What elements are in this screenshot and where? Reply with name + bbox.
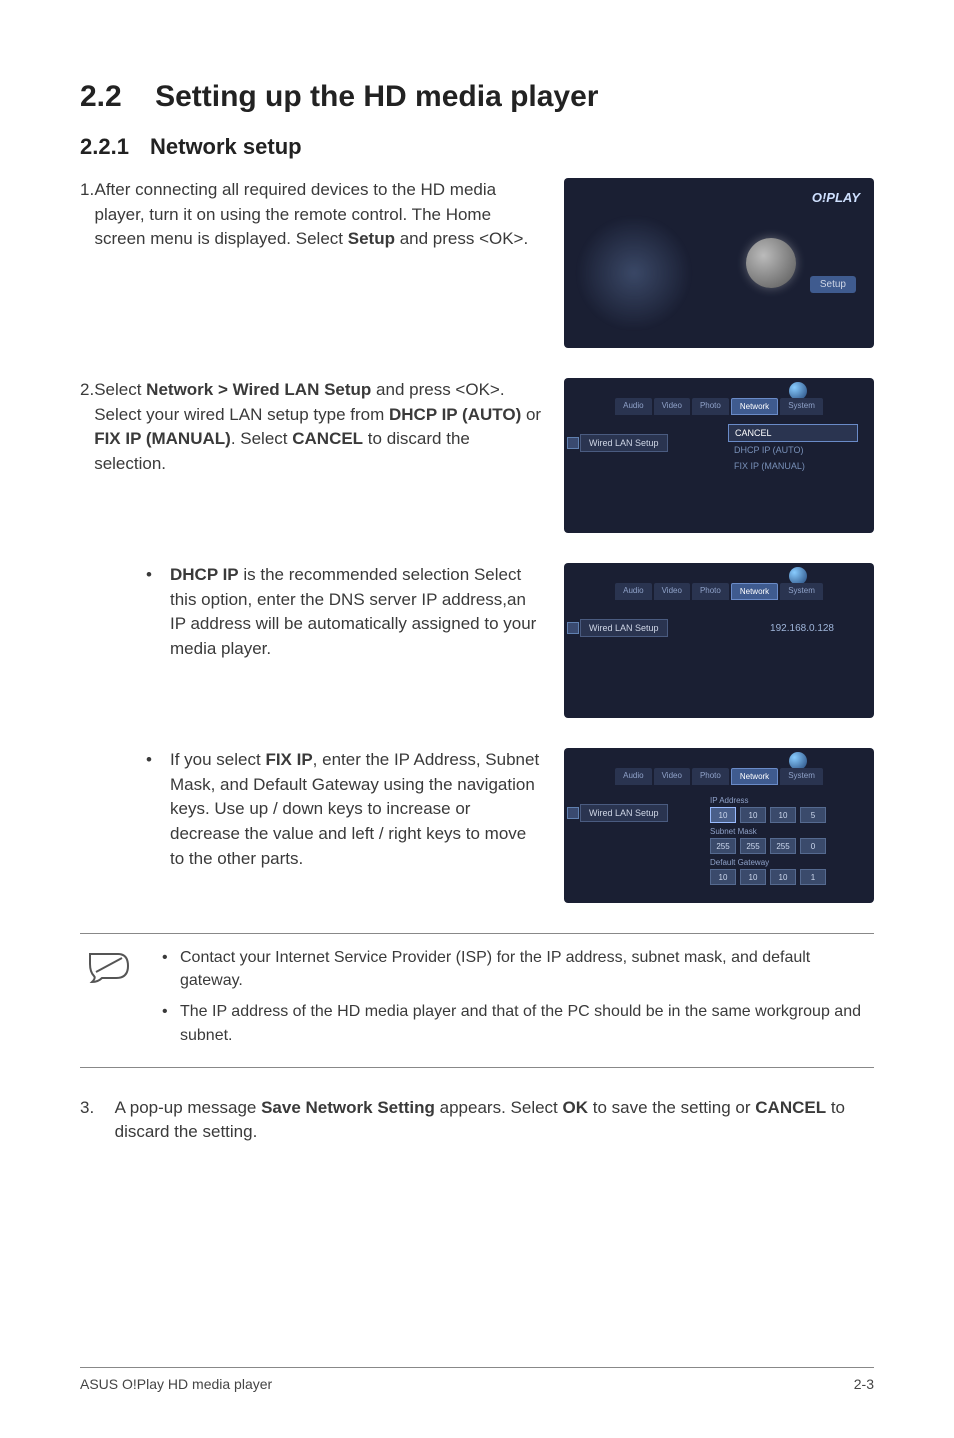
section-number: 2.2	[80, 80, 122, 113]
step-2: 2. Select Network > Wired LAN Setup and …	[80, 378, 874, 533]
s3-b2: OK	[563, 1098, 589, 1117]
dhcp-ip-display: 192.168.0.128	[770, 623, 834, 634]
s3-t2: appears. Select	[435, 1098, 563, 1117]
wired-lan-label[interactable]: Wired LAN Setup	[580, 804, 668, 822]
tabs-row: Audio Video Photo Network System	[564, 583, 874, 600]
s3-t1: A pop-up message	[115, 1098, 261, 1117]
s2-b1: Network > Wired LAN Setup	[146, 380, 371, 399]
tab-system[interactable]: System	[780, 768, 823, 785]
fixip-t1: If you select	[170, 750, 265, 769]
wired-lan-label[interactable]: Wired LAN Setup	[580, 434, 668, 452]
s3-b3: CANCEL	[755, 1098, 826, 1117]
gear-icon	[746, 238, 796, 288]
opt-cancel[interactable]: CANCEL	[728, 424, 858, 442]
gw-octet[interactable]: 10	[710, 869, 736, 885]
step-2-num: 2.	[80, 378, 94, 477]
tab-photo[interactable]: Photo	[692, 768, 729, 785]
sm-octet[interactable]: 0	[800, 838, 826, 854]
screenshot-dhcp: Audio Video Photo Network System Wired L…	[564, 563, 874, 718]
fixip-bullet-row: If you select FIX IP, enter the IP Addre…	[80, 748, 874, 903]
opt-fixip[interactable]: FIX IP (MANUAL)	[728, 458, 858, 474]
tab-network[interactable]: Network	[731, 398, 778, 415]
tab-photo[interactable]: Photo	[692, 583, 729, 600]
dhcp-b1: DHCP IP	[170, 565, 239, 584]
wired-lan-label[interactable]: Wired LAN Setup	[580, 619, 668, 637]
tab-audio[interactable]: Audio	[615, 583, 651, 600]
step-1-text: 1. After connecting all required devices…	[80, 178, 544, 252]
tab-video[interactable]: Video	[654, 398, 690, 415]
footer-left: ASUS O!Play HD media player	[80, 1376, 272, 1392]
note-1: Contact your Internet Service Provider (…	[158, 946, 874, 992]
tab-audio[interactable]: Audio	[615, 398, 651, 415]
subsection-title: 2.2.1Network setup	[80, 134, 874, 160]
ip-octet[interactable]: 10	[770, 807, 796, 823]
screenshot-fixip: Audio Video Photo Network System Wired L…	[564, 748, 874, 903]
step-1: 1. After connecting all required devices…	[80, 178, 874, 348]
tabs-row: Audio Video Photo Network System	[564, 768, 874, 785]
s2-t1: Select	[94, 380, 146, 399]
screenshot-home: O!PLAY Setup	[564, 178, 874, 348]
default-gateway-label: Default Gateway	[710, 858, 860, 867]
lan-option-list: CANCEL DHCP IP (AUTO) FIX IP (MANUAL)	[728, 424, 858, 474]
footer-right: 2-3	[854, 1376, 874, 1392]
step-3: 3. A pop-up message Save Network Setting…	[80, 1096, 874, 1145]
gw-octet[interactable]: 10	[770, 869, 796, 885]
sm-octet[interactable]: 255	[740, 838, 766, 854]
home-setup-button[interactable]: Setup	[810, 276, 856, 293]
note-box: Contact your Internet Service Provider (…	[80, 933, 874, 1068]
tab-video[interactable]: Video	[654, 768, 690, 785]
s3-b1: Save Network Setting	[261, 1098, 435, 1117]
tab-system[interactable]: System	[780, 398, 823, 415]
tab-photo[interactable]: Photo	[692, 398, 729, 415]
tab-network[interactable]: Network	[731, 583, 778, 600]
section-name: Setting up the HD media player	[155, 80, 598, 113]
tabs-row: Audio Video Photo Network System	[564, 398, 874, 415]
sm-octet[interactable]: 255	[770, 838, 796, 854]
home-logo: O!PLAY	[812, 190, 860, 205]
ip-address-label: IP Address	[710, 796, 860, 805]
page-footer: ASUS O!Play HD media player 2-3	[80, 1367, 874, 1392]
fixip-b1: FIX IP	[265, 750, 312, 769]
tab-system[interactable]: System	[780, 583, 823, 600]
s2-t4: . Select	[231, 429, 292, 448]
s3-t3: to save the setting or	[588, 1098, 755, 1117]
note-icon	[88, 952, 134, 984]
step-3-num: 3.	[80, 1096, 115, 1145]
screenshot-lan-options: Audio Video Photo Network System Wired L…	[564, 378, 874, 533]
home-bg-icon	[574, 218, 694, 328]
fixip-fields: IP Address 10 10 10 5 Subnet Mask 255 25…	[710, 792, 860, 885]
tab-audio[interactable]: Audio	[615, 768, 651, 785]
note-2: The IP address of the HD media player an…	[158, 1000, 874, 1046]
subsection-name: Network setup	[150, 134, 302, 159]
fixip-text: If you select FIX IP, enter the IP Addre…	[80, 748, 544, 871]
subsection-number: 2.2.1	[80, 134, 150, 160]
gw-octet[interactable]: 10	[740, 869, 766, 885]
s2-b2: DHCP IP (AUTO)	[389, 405, 521, 424]
dhcp-text: DHCP IP is the recommended selection Sel…	[80, 563, 544, 662]
sm-octet[interactable]: 255	[710, 838, 736, 854]
tab-network[interactable]: Network	[731, 768, 778, 785]
s2-b4: CANCEL	[292, 429, 363, 448]
step-1-bold-setup: Setup	[348, 229, 395, 248]
s2-b3: FIX IP (MANUAL)	[94, 429, 231, 448]
step-1-num: 1.	[80, 178, 94, 252]
ip-octet[interactable]: 10	[710, 807, 736, 823]
ip-octet[interactable]: 10	[740, 807, 766, 823]
opt-dhcp[interactable]: DHCP IP (AUTO)	[728, 442, 858, 458]
step-2-text: 2. Select Network > Wired LAN Setup and …	[80, 378, 544, 477]
s2-t3: or	[521, 405, 541, 424]
section-title: 2.2 Setting up the HD media player	[80, 80, 874, 114]
subnet-mask-label: Subnet Mask	[710, 827, 860, 836]
gw-octet[interactable]: 1	[800, 869, 826, 885]
ip-octet[interactable]: 5	[800, 807, 826, 823]
tab-video[interactable]: Video	[654, 583, 690, 600]
dhcp-bullet-row: DHCP IP is the recommended selection Sel…	[80, 563, 874, 718]
step-1-post: and press <OK>.	[395, 229, 528, 248]
